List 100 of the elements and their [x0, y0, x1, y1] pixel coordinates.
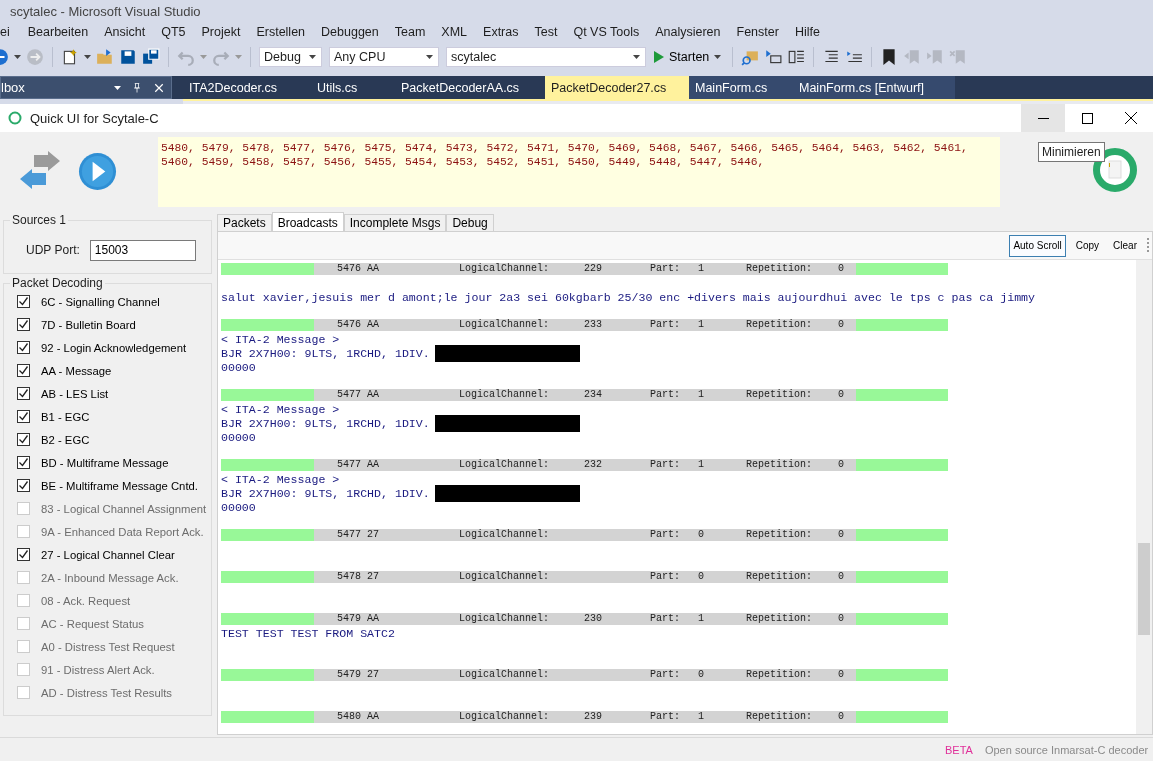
repetition-label: Repetition:	[745, 669, 813, 681]
checkbox[interactable]	[17, 433, 30, 446]
swap-arrows-icon[interactable]	[20, 151, 60, 191]
project-dropdown[interactable]: scytalec	[446, 47, 646, 67]
checkbox-label: A0 - Distress Test Request	[41, 640, 175, 653]
checkbox[interactable]	[17, 387, 30, 400]
menu-item[interactable]: Fenster	[728, 25, 787, 39]
caret-icon[interactable]	[714, 55, 722, 59]
channel-label: LogicalChannel:	[458, 459, 550, 471]
channel-value: 233	[583, 319, 603, 331]
checkmark-icon	[18, 457, 29, 468]
checkbox[interactable]	[17, 341, 30, 354]
checkbox[interactable]	[17, 295, 30, 308]
repetition-label: Repetition:	[745, 263, 813, 275]
document-tab[interactable]: MainForm.cs [Entwurf]	[793, 76, 955, 99]
play-button[interactable]	[78, 151, 117, 191]
platform-dropdown[interactable]: Any CPU	[329, 47, 439, 67]
repetition-label: Repetition:	[745, 319, 813, 331]
packet-id: 5476 AA	[336, 319, 380, 331]
checkbox-label: 83 - Logical Channel Assignment	[41, 502, 207, 515]
pin-icon[interactable]	[131, 81, 143, 94]
app-window-title: Quick UI for Scytale-C	[30, 110, 160, 126]
start-button[interactable]: Starten	[651, 47, 725, 67]
part-value: 1	[697, 711, 705, 723]
checkbox-label: 9A - Enhanced Data Report Ack.	[41, 525, 204, 538]
menu-item[interactable]: Bearbeiten	[19, 25, 97, 39]
app-icon	[8, 111, 22, 125]
menu-item[interactable]: XML	[433, 25, 476, 39]
checkbox[interactable]	[17, 456, 30, 469]
menu-item[interactable]: Erstellen	[248, 25, 314, 39]
close-icon[interactable]	[153, 81, 165, 94]
port-field[interactable]: 15003	[89, 239, 196, 261]
checkbox[interactable]	[17, 479, 30, 492]
menu-item[interactable]: Ansicht	[96, 25, 154, 39]
checkbox-label: BE - Multiframe Message Cntd.	[41, 479, 198, 492]
part-label: Part:	[649, 459, 681, 471]
repetition-value: 0	[837, 571, 845, 583]
menu-item[interactable]: Debuggen	[313, 25, 387, 39]
find-in-files-icon[interactable]	[741, 48, 760, 66]
menu-item[interactable]: Team	[386, 25, 434, 39]
part-label: Part:	[649, 263, 681, 275]
play-icon	[654, 51, 664, 63]
caret-icon[interactable]	[114, 85, 121, 90]
menu-item[interactable]: Projekt	[193, 25, 249, 39]
checkmark-icon	[18, 296, 29, 307]
window-title: scytalec - Microsoft Visual Studio	[9, 3, 202, 20]
document-tab[interactable]: PacketDecoder27.cs	[545, 76, 689, 99]
caret-icon[interactable]	[633, 55, 640, 59]
document-tab[interactable]: ITA2Decoder.cs	[183, 76, 311, 99]
toolbar-button[interactable]: Clear	[1109, 234, 1141, 257]
document-tab[interactable]: PacketDecoderAA.cs	[395, 76, 545, 99]
document-tab[interactable]: MainForm.cs	[689, 76, 793, 99]
frame-numbers: 5460, 5459, 5458, 5457, 5456, 5455, 5454, 5453, 5452, 5451, 5450, 5449, 5448, 5447, 5446,	[161, 155, 766, 169]
part-value: 0	[697, 529, 705, 541]
menu-item[interactable]: QT5	[153, 25, 194, 39]
toolbar-button[interactable]: Copy	[1071, 234, 1104, 257]
menu-item[interactable]: Analysieren	[647, 25, 729, 39]
checkbox-label: AC - Request Status	[41, 617, 144, 630]
new-file-icon[interactable]	[61, 48, 79, 66]
tab[interactable]: Packets	[217, 214, 272, 231]
toolbar-button[interactable]: Auto Scroll	[1009, 234, 1066, 257]
caret-icon[interactable]	[84, 55, 91, 59]
caret-icon[interactable]	[309, 55, 316, 59]
menu-item[interactable]: Extras	[475, 25, 527, 39]
checkbox[interactable]	[17, 364, 30, 377]
tab[interactable]: Incomplete Msgs	[343, 214, 447, 231]
packet-id: 5477 AA	[336, 459, 380, 471]
save-icon[interactable]	[119, 48, 137, 66]
checkbox[interactable]	[17, 410, 30, 423]
menu-item[interactable]: ei	[0, 25, 20, 39]
message-text: BJR 2X7H00: 9LTS, 1RCHD, 1DIV.	[221, 346, 430, 360]
menu-item[interactable]: Test	[526, 25, 566, 39]
checkbox[interactable]	[17, 318, 30, 331]
tab[interactable]: Debug	[446, 214, 494, 231]
repetition-value: 0	[837, 319, 845, 331]
save-all-icon[interactable]	[142, 48, 160, 66]
checkmark-icon	[18, 480, 29, 491]
configuration-dropdown[interactable]: Debug	[259, 47, 322, 67]
close-icon	[1125, 112, 1137, 124]
channel-value: 234	[583, 389, 603, 401]
caret-icon[interactable]	[14, 55, 21, 59]
checkbox[interactable]	[17, 548, 30, 561]
packet-id: 5479 27	[336, 669, 380, 681]
scrollbar[interactable]	[1136, 260, 1152, 734]
channel-label: LogicalChannel:	[458, 711, 550, 723]
checkbox-label: AB - LES List	[41, 387, 109, 400]
message-text: < ITA-2 Message >	[221, 472, 340, 486]
pages-icon[interactable]	[787, 48, 806, 66]
repetition-value: 0	[837, 529, 845, 541]
menu-item[interactable]: Qt VS Tools	[565, 25, 648, 39]
tab[interactable]: Broadcasts	[271, 212, 344, 232]
part-value: 1	[697, 263, 705, 275]
repetition-label: Repetition:	[745, 613, 813, 625]
document-tab[interactable]: Utils.cs	[311, 76, 395, 99]
checkbox-label: 27 - Logical Channel Clear	[41, 548, 175, 561]
repetition-value: 0	[837, 711, 845, 723]
repetition-label: Repetition:	[745, 459, 813, 471]
menu-item[interactable]: Hilfe	[786, 25, 828, 39]
caret-icon[interactable]	[426, 55, 433, 59]
open-folder-icon[interactable]	[96, 48, 114, 66]
